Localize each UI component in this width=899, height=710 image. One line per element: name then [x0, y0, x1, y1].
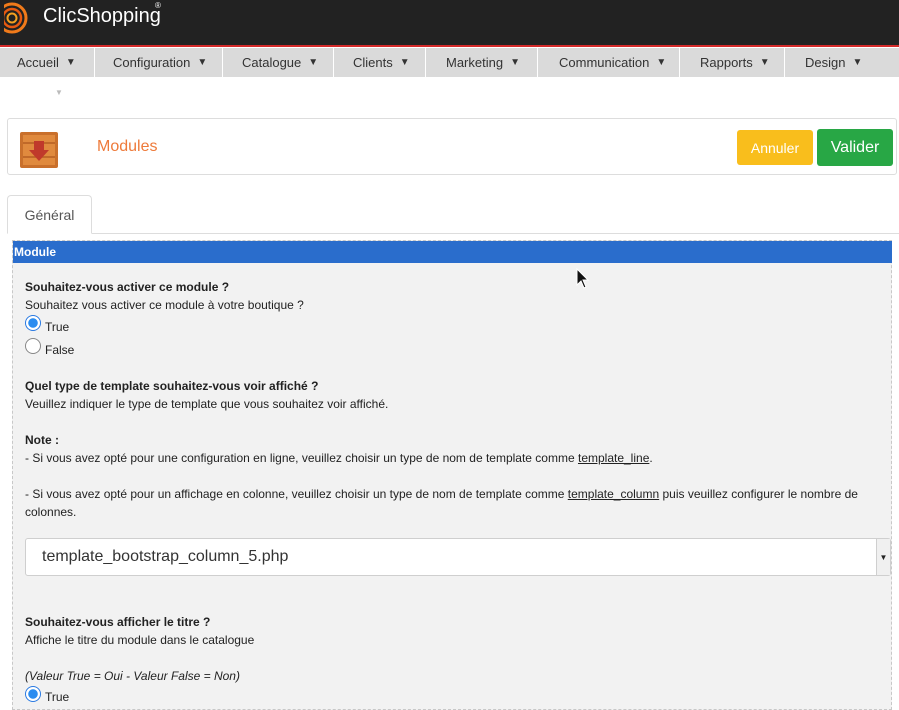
tab-general[interactable]: Général [7, 195, 92, 234]
q1-option-false-label: False [45, 343, 75, 357]
nav-item-rapports[interactable]: Rapports ▼ [680, 48, 785, 77]
q2-title: Quel type de template souhaitez-vous voi… [25, 379, 319, 393]
submit-button[interactable]: Valider [817, 129, 893, 166]
note-line-1: - Si vous avez opté pour une configurati… [25, 451, 653, 466]
note-label: Note : [25, 433, 59, 447]
tab-divider [7, 233, 899, 234]
q1-radio-false[interactable] [25, 338, 41, 354]
nav-label: Accueil [17, 55, 59, 70]
main-nav: Accueil ▼ Configuration ▼ Catalogue ▼ Clien… [0, 48, 899, 77]
nav-label: Rapports [700, 55, 753, 70]
registered-mark: ® [155, 1, 161, 10]
nav-label: Configuration [113, 55, 191, 70]
nav-item-design[interactable]: Design ▼ [785, 48, 899, 77]
note-line-2: - Si vous avez opté pour un affichage en… [25, 487, 858, 502]
q1-radio-true[interactable] [25, 315, 41, 331]
mouse-cursor-icon [576, 268, 590, 289]
nav-item-configuration[interactable]: Configuration ▼ [95, 48, 223, 77]
q3-description: Affiche le titre du module dans le catal… [25, 633, 255, 647]
box-download-icon [20, 132, 58, 168]
nav-label: Communication [559, 55, 650, 70]
q3-radio-true[interactable] [25, 686, 41, 702]
nav-label: Marketing [446, 55, 504, 70]
q1-title: Souhaitez-vous activer ce module ? [25, 280, 230, 294]
logo-swirl-icon [0, 1, 28, 35]
caret-down-icon: ▼ [656, 57, 667, 68]
submenu-caret-icon[interactable]: ▼ [55, 88, 63, 97]
nav-item-clients[interactable]: Clients ▼ [334, 48, 426, 77]
nav-item-marketing[interactable]: Marketing ▼ [426, 48, 538, 77]
nav-item-catalogue[interactable]: Catalogue ▼ [223, 48, 334, 77]
note1-end: . [649, 451, 653, 465]
caret-down-icon: ▼ [510, 57, 520, 68]
caret-down-icon: ▼ [759, 57, 770, 68]
template-select-value: template_bootstrap_column_5.php [42, 548, 289, 565]
caret-down-icon: ▼ [65, 57, 76, 68]
caret-down-icon: ▼ [308, 57, 319, 68]
module-section: Module Souhaitez-vous activer ce module … [12, 240, 892, 710]
q3-hint: (Valeur True = Oui - Valeur False = Non) [25, 669, 240, 683]
page-header: Modules Annuler Valider [7, 118, 897, 175]
q2-description: Veuillez indiquer le type de template qu… [25, 397, 389, 411]
cancel-button[interactable]: Annuler [737, 130, 813, 165]
caret-down-icon: ▼ [399, 57, 410, 68]
q1-description: Souhaitez vous activer ce module à votre… [25, 298, 304, 312]
note2-text: - Si vous avez opté pour un affichage en… [25, 487, 568, 501]
select-arrow-icon: ▼ [876, 539, 890, 575]
brand-name: ClicShopping [43, 5, 161, 27]
page-title: Modules [97, 138, 158, 155]
note-line-2-continued: colonnes. [25, 505, 77, 519]
caret-down-icon: ▼ [197, 57, 208, 68]
top-bar: ClicShopping ® [0, 0, 899, 47]
nav-label: Design [805, 55, 846, 70]
template-line-link[interactable]: template_line [578, 451, 649, 465]
nav-item-accueil[interactable]: Accueil ▼ [0, 48, 95, 77]
q3-title: Souhaitez-vous afficher le titre ? [25, 615, 211, 629]
nav-label: Clients [353, 55, 393, 70]
q1-option-true-label: True [45, 320, 70, 334]
nav-label: Catalogue [242, 55, 302, 70]
q3-option-true-label: True [45, 690, 70, 704]
template-select[interactable]: template_bootstrap_column_5.php ▼ [25, 538, 891, 576]
caret-down-icon: ▼ [852, 57, 863, 68]
note2-end: puis veuillez configurer le nombre de [659, 487, 858, 501]
nav-item-communication[interactable]: Communication ▼ [538, 48, 680, 77]
template-column-link[interactable]: template_column [568, 487, 659, 501]
section-title: Module [13, 241, 892, 263]
note1-text: - Si vous avez opté pour une configurati… [25, 451, 578, 465]
